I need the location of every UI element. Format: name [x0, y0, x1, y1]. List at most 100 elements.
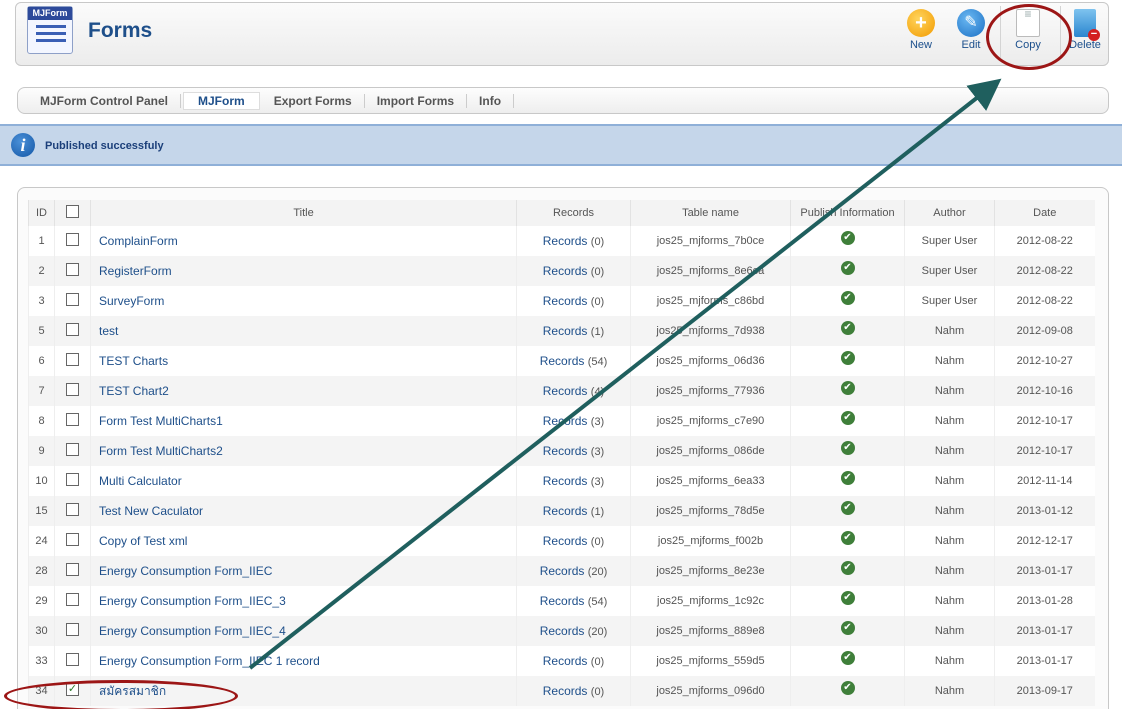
row-checkbox[interactable]: [66, 352, 79, 366]
row-title-link[interactable]: RegisterForm: [90, 256, 517, 286]
records-link[interactable]: Records: [540, 594, 585, 608]
records-link[interactable]: Records: [543, 324, 588, 338]
col-publish[interactable]: Publish Information: [790, 200, 905, 226]
submenu-export-forms[interactable]: Export Forms: [262, 93, 365, 108]
row-publish[interactable]: ✔: [790, 256, 905, 286]
published-check-icon[interactable]: ✔: [840, 681, 855, 695]
published-check-icon[interactable]: ✔: [840, 321, 855, 335]
submenu: MJForm Control Panel MJForm Export Forms…: [17, 87, 1109, 114]
row-title-link[interactable]: TEST Charts: [90, 346, 517, 376]
row-checkbox[interactable]: [66, 562, 79, 576]
row-checkbox[interactable]: [66, 592, 79, 606]
row-checkbox[interactable]: [66, 532, 79, 546]
submenu-info[interactable]: Info: [467, 93, 515, 108]
row-publish[interactable]: ✔: [790, 676, 905, 706]
row-checkbox[interactable]: [66, 652, 79, 666]
row-title-link[interactable]: Energy Consumption Form_IIEC_3: [90, 586, 517, 616]
col-author[interactable]: Author: [904, 200, 995, 226]
row-publish[interactable]: ✔: [790, 316, 905, 346]
row-title-link[interactable]: Energy Consumption Form_IIEC_4: [90, 616, 517, 646]
col-title[interactable]: Title: [90, 200, 517, 226]
row-publish[interactable]: ✔: [790, 616, 905, 646]
row-publish[interactable]: ✔: [790, 586, 905, 616]
row-checkbox[interactable]: [66, 322, 79, 336]
row-title-link[interactable]: ComplainForm: [90, 226, 517, 256]
records-link[interactable]: Records: [543, 474, 588, 488]
row-checkbox[interactable]: [66, 622, 79, 636]
published-check-icon[interactable]: ✔: [840, 411, 855, 425]
published-check-icon[interactable]: ✔: [840, 381, 855, 395]
row-id: 28: [28, 556, 55, 586]
row-checkbox[interactable]: [66, 382, 79, 396]
records-link[interactable]: Records: [543, 234, 588, 248]
row-title-link[interactable]: Form Test MultiCharts2: [90, 436, 517, 466]
published-check-icon[interactable]: ✔: [840, 531, 855, 545]
row-title-link[interactable]: Test New Caculator: [90, 496, 517, 526]
records-link[interactable]: Records: [543, 444, 588, 458]
records-link[interactable]: Records: [543, 384, 588, 398]
row-publish[interactable]: ✔: [790, 376, 905, 406]
records-link[interactable]: Records: [543, 294, 588, 308]
published-check-icon[interactable]: ✔: [840, 591, 855, 605]
row-title-link[interactable]: SurveyForm: [90, 286, 517, 316]
row-title-link[interactable]: สมัครสมาชิก: [90, 676, 517, 706]
published-check-icon[interactable]: ✔: [840, 651, 855, 665]
published-check-icon[interactable]: ✔: [840, 471, 855, 485]
row-publish[interactable]: ✔: [790, 496, 905, 526]
submenu-import-forms[interactable]: Import Forms: [365, 93, 468, 108]
row-checkbox[interactable]: [66, 412, 79, 426]
published-check-icon[interactable]: ✔: [840, 621, 855, 635]
row-title-link[interactable]: Energy Consumption Form_IIEC: [90, 556, 517, 586]
row-publish[interactable]: ✔: [790, 226, 905, 256]
published-check-icon[interactable]: ✔: [840, 441, 855, 455]
records-link[interactable]: Records: [543, 654, 588, 668]
row-checkbox[interactable]: [66, 292, 79, 306]
published-check-icon[interactable]: ✔: [840, 501, 855, 515]
records-link[interactable]: Records: [540, 624, 585, 638]
row-title-link[interactable]: Form Test MultiCharts1: [90, 406, 517, 436]
published-check-icon[interactable]: ✔: [840, 231, 855, 245]
records-link[interactable]: Records: [543, 504, 588, 518]
records-link[interactable]: Records: [540, 564, 585, 578]
published-check-icon[interactable]: ✔: [840, 561, 855, 575]
published-check-icon[interactable]: ✔: [840, 351, 855, 365]
edit-button[interactable]: ✎ Edit: [951, 9, 991, 55]
records-link[interactable]: Records: [543, 534, 588, 548]
row-publish[interactable]: ✔: [790, 646, 905, 676]
check-all-checkbox[interactable]: [66, 204, 79, 218]
records-link[interactable]: Records: [540, 354, 585, 368]
col-table-name[interactable]: Table name: [630, 200, 791, 226]
row-publish[interactable]: ✔: [790, 466, 905, 496]
row-checkbox[interactable]: ✓: [66, 682, 79, 696]
submenu-control-panel[interactable]: MJForm Control Panel: [28, 93, 182, 108]
records-link[interactable]: Records: [543, 414, 588, 428]
row-title-link[interactable]: TEST Chart2: [90, 376, 517, 406]
row-checkbox[interactable]: [66, 502, 79, 516]
new-button[interactable]: + New: [901, 9, 941, 55]
row-publish[interactable]: ✔: [790, 436, 905, 466]
delete-button[interactable]: Delete: [1065, 9, 1105, 55]
published-check-icon[interactable]: ✔: [840, 261, 855, 275]
records-link[interactable]: Records: [543, 684, 588, 698]
row-checkbox[interactable]: [66, 232, 79, 246]
row-title-link[interactable]: Energy Consumption Form_IIEC 1 record: [90, 646, 517, 676]
published-check-icon[interactable]: ✔: [840, 291, 855, 305]
row-publish[interactable]: ✔: [790, 526, 905, 556]
row-checkbox[interactable]: [66, 442, 79, 456]
row-publish[interactable]: ✔: [790, 406, 905, 436]
col-records[interactable]: Records: [516, 200, 631, 226]
copy-button[interactable]: ≡ Copy: [1008, 8, 1048, 55]
row-publish[interactable]: ✔: [790, 346, 905, 376]
row-publish[interactable]: ✔: [790, 556, 905, 586]
row-publish[interactable]: ✔: [790, 286, 905, 316]
row-title-link[interactable]: Multi Calculator: [90, 466, 517, 496]
col-checkbox[interactable]: [54, 200, 91, 226]
col-date[interactable]: Date: [994, 200, 1095, 226]
row-checkbox[interactable]: [66, 472, 79, 486]
row-title-link[interactable]: test: [90, 316, 517, 346]
row-checkbox[interactable]: [66, 262, 79, 276]
col-id[interactable]: ID: [28, 200, 55, 226]
records-link[interactable]: Records: [543, 264, 588, 278]
submenu-mjform[interactable]: MJForm: [183, 91, 260, 110]
row-title-link[interactable]: Copy of Test xml: [90, 526, 517, 556]
